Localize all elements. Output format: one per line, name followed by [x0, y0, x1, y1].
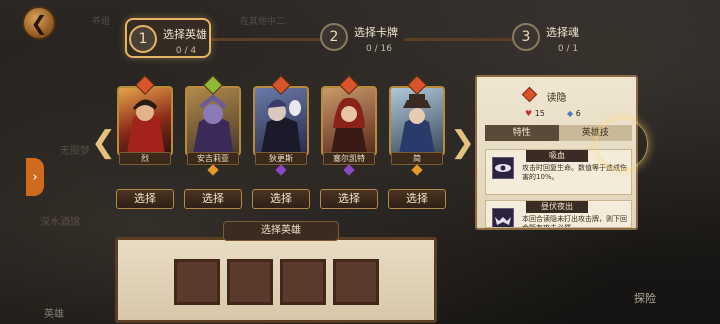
- step-connector: [210, 38, 322, 41]
- chevron-left-icon: ❮: [91, 125, 117, 160]
- explore-label[interactable]: 探险: [634, 290, 680, 314]
- cost-value: 6: [575, 109, 581, 118]
- select-hero-button[interactable]: 选择: [320, 189, 378, 209]
- hero-portrait-art: [127, 99, 165, 154]
- hero-portrait: [185, 86, 241, 156]
- step-connector: [404, 38, 514, 41]
- hero-slot[interactable]: [333, 259, 379, 305]
- cost-stat: ◆ 6: [567, 109, 581, 118]
- step-number: 1: [129, 25, 157, 53]
- step-count: 0 / 16: [366, 44, 392, 54]
- selected-heroes-panel: [115, 237, 437, 323]
- hero-portrait-art: [331, 97, 367, 154]
- hero-portrait: [117, 86, 173, 156]
- hero-slot[interactable]: [174, 259, 220, 305]
- hero-detail-name: 读隐: [546, 93, 567, 104]
- hero-card[interactable]: 烈: [117, 75, 173, 170]
- chevron-right-icon: ›: [32, 169, 38, 185]
- skill-desc: 本回合读隐未打出攻击牌，则下回合所有攻击必然: [522, 215, 627, 228]
- hero-name: 狄更斯: [255, 152, 307, 165]
- hero-card[interactable]: 简: [389, 75, 445, 176]
- highlight-ring: [596, 118, 648, 170]
- hero-card[interactable]: 狄更斯: [253, 75, 309, 176]
- hero-name: 烈: [119, 152, 171, 165]
- hero-portrait-art: [261, 99, 301, 154]
- tab-traits[interactable]: 特性: [485, 125, 559, 141]
- step-select-hero[interactable]: 1 选择英雄 0 / 4: [125, 18, 211, 58]
- hero-portrait-art: [193, 94, 233, 154]
- hp-value: 15: [534, 109, 545, 118]
- chevron-right-icon: ❯: [450, 125, 476, 160]
- heart-icon: ♥: [525, 109, 533, 118]
- prev-hero-button[interactable]: ❮: [91, 125, 117, 160]
- hero-name: 简: [391, 152, 443, 165]
- step-number: 3: [512, 23, 540, 51]
- step-select-cards[interactable]: 2 选择卡牌 0 / 16: [318, 18, 404, 58]
- step-title: 选择英雄: [163, 28, 207, 41]
- hero-portrait-art: [399, 94, 435, 154]
- select-hero-button[interactable]: 选择: [388, 189, 446, 209]
- hero-card[interactable]: 安吉莉亚: [185, 75, 241, 176]
- side-drawer-tab[interactable]: ›: [26, 158, 44, 196]
- hero-slot[interactable]: [280, 259, 326, 305]
- step-count: 0 / 4: [175, 46, 197, 56]
- select-hero-button[interactable]: 选择: [116, 189, 174, 209]
- select-hero-button[interactable]: 选择: [184, 189, 242, 209]
- hero-card[interactable]: 塞尔凯特: [321, 75, 377, 176]
- hero-portrait: [253, 86, 309, 156]
- hero-portrait: [321, 86, 377, 156]
- bg-label: 深水酒馆: [40, 217, 80, 228]
- hero-portrait: [389, 86, 445, 156]
- step-select-soul[interactable]: 3 选择魂 0 / 1: [510, 18, 590, 58]
- card-icon: ◆: [567, 109, 574, 118]
- step-count: 0 / 1: [557, 44, 579, 54]
- step-title: 选择卡牌: [354, 26, 398, 39]
- bg-label: 无限梦: [60, 146, 90, 157]
- selected-heroes-title: 选择英雄: [223, 221, 339, 241]
- step-progress: 1 选择英雄 0 / 4 2 选择卡牌 0 / 16 3 选择魂 0 / 1: [0, 0, 720, 62]
- bat-icon: [492, 208, 514, 227]
- next-hero-button[interactable]: ❯: [450, 125, 476, 160]
- hero-slot[interactable]: [227, 259, 273, 305]
- select-hero-button[interactable]: 选择: [252, 189, 310, 209]
- eye-icon: [492, 157, 514, 179]
- bg-label: 英雄: [44, 309, 64, 320]
- skill-card: 昼伏夜出 本回合读隐未打出攻击牌，则下回合所有攻击必然: [485, 200, 632, 228]
- skill-name: 昼伏夜出: [526, 201, 588, 213]
- skill-name: 吸血: [526, 150, 588, 162]
- hero-name: 塞尔凯特: [323, 152, 375, 165]
- hero-name: 安吉莉亚: [187, 152, 239, 165]
- step-number: 2: [320, 23, 348, 51]
- hp-stat: ♥ 15: [525, 109, 545, 118]
- step-title: 选择魂: [546, 26, 579, 39]
